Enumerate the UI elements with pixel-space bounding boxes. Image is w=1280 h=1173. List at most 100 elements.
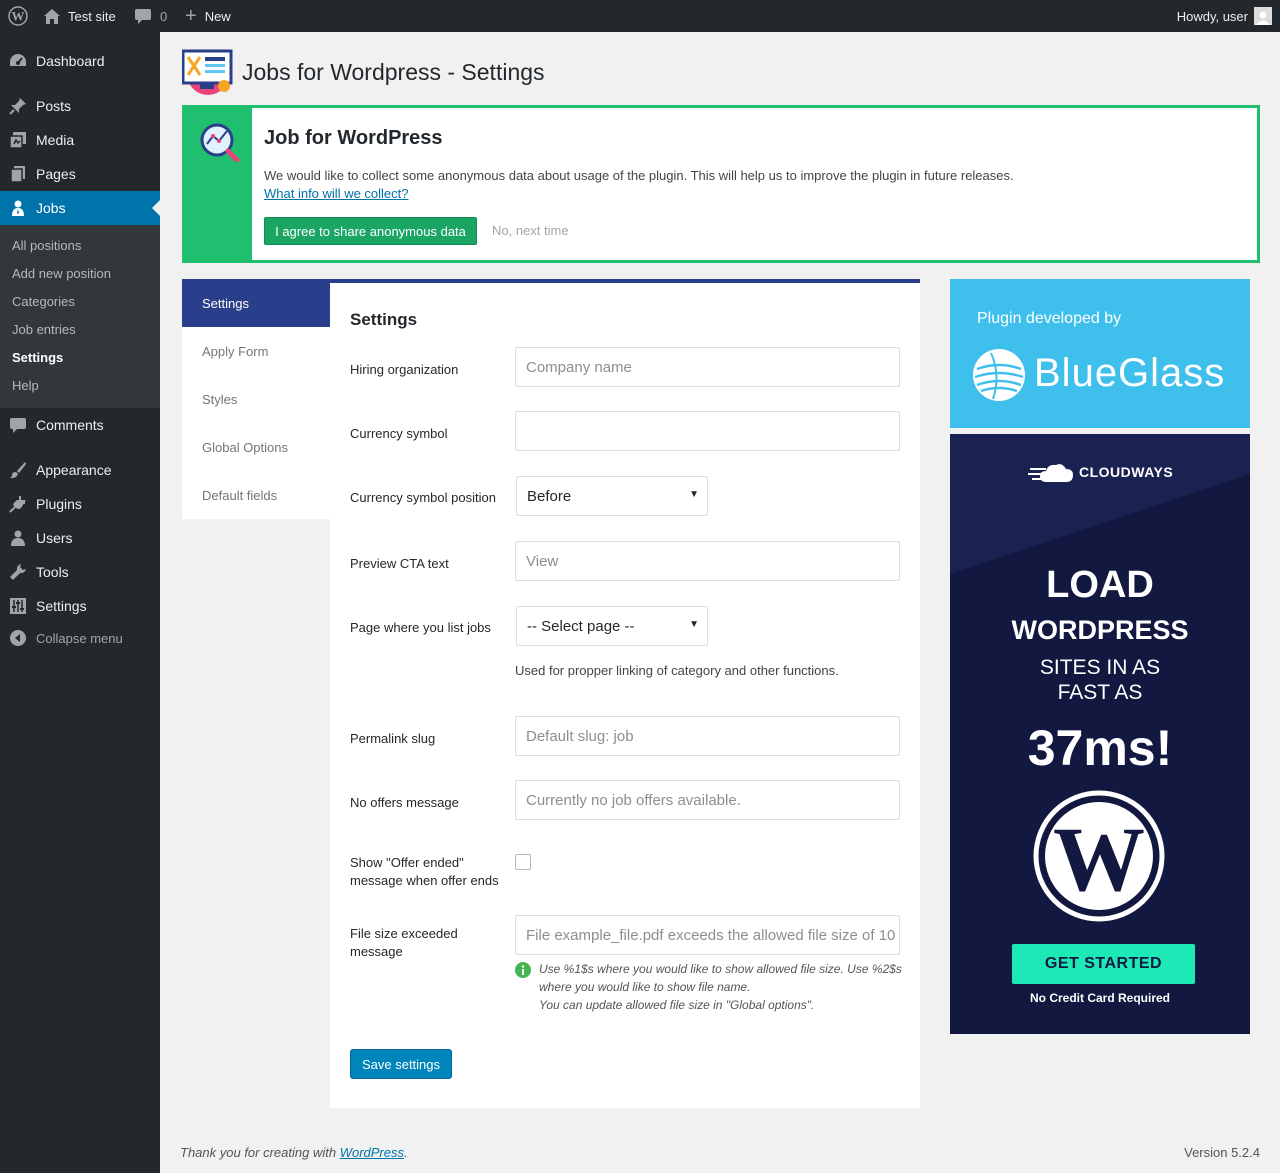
sidebar-item-label: Comments xyxy=(36,417,104,433)
preview-cta-input[interactable]: View xyxy=(515,541,900,581)
file-size-hint-global: You can update allowed file size in "Glo… xyxy=(539,998,815,1012)
sidebar-item-users[interactable]: Users xyxy=(0,521,160,555)
sidebar-item-tools[interactable]: Tools xyxy=(0,555,160,589)
new-label: New xyxy=(204,8,231,24)
blueglass-promo[interactable]: Plugin developed by BlueGlass xyxy=(950,279,1250,428)
ad-line-speed: 37ms! xyxy=(1027,720,1173,776)
list-page-select[interactable]: -- Select page -- ▼ xyxy=(516,606,708,646)
tab-styles[interactable]: Styles xyxy=(182,375,330,423)
chevron-down-icon: ▼ xyxy=(689,619,699,630)
tab-settings[interactable]: Settings xyxy=(182,279,330,327)
permalink-input[interactable]: Default slug: job xyxy=(515,716,900,756)
offer-ended-checkbox[interactable] xyxy=(515,854,531,870)
jobs-submenu: All positions Add new position Categorie… xyxy=(0,225,160,408)
sidebar-item-label: Dashboard xyxy=(36,53,105,69)
sidebar-item-label: Users xyxy=(36,530,73,546)
no-offers-label: No offers message xyxy=(350,795,459,810)
submenu-categories[interactable]: Categories xyxy=(12,294,75,309)
sliders-icon xyxy=(9,597,27,615)
media-icon xyxy=(9,131,27,149)
svg-text:W: W xyxy=(12,9,25,24)
agree-share-button[interactable]: I agree to share anonymous data xyxy=(264,217,477,245)
sidebar-item-dashboard[interactable]: Dashboard xyxy=(0,44,160,78)
sidebar-item-comments[interactable]: Comments xyxy=(0,408,160,442)
file-size-hint: Use %1$s where you would like to show al… xyxy=(539,962,902,994)
what-info-link[interactable]: What info will we collect? xyxy=(264,186,409,201)
sidebar-item-media[interactable]: Media xyxy=(0,123,160,157)
no-next-time-link[interactable]: No, next time xyxy=(492,223,569,238)
cloudways-ad[interactable]: CLOUDWAYS LOAD WORDPRESS SITES IN AS FAS… xyxy=(950,434,1250,1034)
footer-thanks-text: Thank you for creating with xyxy=(180,1145,337,1160)
comments-count: 0 xyxy=(160,8,168,24)
list-page-value: -- Select page -- xyxy=(527,617,635,635)
sidebar-item-plugins[interactable]: Plugins xyxy=(0,487,160,521)
home-icon xyxy=(44,8,60,24)
submenu-add-new-position[interactable]: Add new position xyxy=(12,266,111,281)
footer-thanks: Thank you for creating with WordPress. xyxy=(180,1145,408,1160)
wordpress-logo-icon[interactable]: W xyxy=(8,0,28,32)
avatar xyxy=(1254,7,1272,25)
submenu-all-positions[interactable]: All positions xyxy=(12,238,81,253)
blueglass-brand: BlueGlass xyxy=(1034,351,1226,395)
sidebar-item-label: Jobs xyxy=(36,200,66,216)
site-home-link[interactable]: Test site xyxy=(44,0,116,32)
sidebar-item-posts[interactable]: Posts xyxy=(0,89,160,123)
user-icon xyxy=(9,199,27,217)
chevron-down-icon: ▼ xyxy=(689,489,699,500)
no-offers-input[interactable]: Currently no job offers available. xyxy=(515,780,900,820)
comment-icon xyxy=(135,8,151,24)
ad-line-load: LOAD xyxy=(1046,564,1154,606)
permalink-label: Permalink slug xyxy=(350,731,436,746)
submenu-help[interactable]: Help xyxy=(12,378,39,393)
settings-heading: Settings xyxy=(350,310,418,329)
active-pointer xyxy=(152,200,160,216)
new-content-link[interactable]: + New xyxy=(185,0,231,32)
main-content: Jobs for Wordpress - Settings Job for Wo… xyxy=(160,32,1280,1173)
sidebar-item-pages[interactable]: Pages xyxy=(0,157,160,191)
submenu-job-entries[interactable]: Job entries xyxy=(12,322,76,337)
hiring-org-label: Hiring organization xyxy=(350,362,459,377)
collapse-label: Collapse menu xyxy=(36,630,123,646)
currency-pos-label: Currency symbol position xyxy=(350,490,496,505)
currency-input[interactable] xyxy=(515,411,900,451)
sidebar-item-label: Appearance xyxy=(36,462,112,478)
admin-bar: W Test site 0 + New Howdy, user xyxy=(0,0,1280,32)
plug-icon xyxy=(9,495,27,513)
collapse-icon xyxy=(9,629,27,647)
blueglass-globe-icon xyxy=(971,347,1027,403)
settings-tabs: Settings Apply Form Styles Global Option… xyxy=(182,279,330,519)
currency-label: Currency symbol xyxy=(350,426,448,441)
submenu-settings[interactable]: Settings xyxy=(12,350,63,365)
tab-apply-form[interactable]: Apply Form xyxy=(182,327,330,375)
user-account-menu[interactable]: Howdy, user xyxy=(1177,0,1272,32)
file-size-label: File size exceeded message xyxy=(350,926,458,959)
users-icon xyxy=(9,529,27,547)
offer-ended-label: Show "Offer ended" message when offer en… xyxy=(350,855,499,888)
greeting: Howdy, user xyxy=(1176,8,1248,24)
cloud-logo-icon xyxy=(1028,461,1074,483)
tab-global-options[interactable]: Global Options xyxy=(182,423,330,471)
sidebar-item-label: Posts xyxy=(36,98,72,114)
hiring-org-input[interactable]: Company name xyxy=(515,347,900,387)
comments-link[interactable]: 0 xyxy=(135,0,167,32)
sidebar-item-appearance[interactable]: Appearance xyxy=(0,453,160,487)
save-settings-button[interactable]: Save settings xyxy=(350,1049,452,1079)
tab-default-fields[interactable]: Default fields xyxy=(182,471,330,519)
preview-cta-label: Preview CTA text xyxy=(350,556,449,571)
site-name: Test site xyxy=(68,8,116,24)
notice-sidebar xyxy=(185,108,252,260)
collapse-menu-button[interactable]: Collapse menu xyxy=(0,621,160,655)
footer-thanks-suffix: . xyxy=(404,1145,408,1160)
get-started-button[interactable]: GET STARTED xyxy=(1012,944,1195,984)
plugin-logo-icon xyxy=(181,48,234,96)
ad-line-sites: SITES IN AS xyxy=(1039,656,1161,679)
sidebar-item-settings[interactable]: Settings xyxy=(0,589,160,623)
sidebar-item-jobs[interactable]: Jobs xyxy=(0,191,160,225)
currency-pos-value: Before xyxy=(527,487,572,505)
promo-tagline: Plugin developed by xyxy=(977,310,1122,327)
wordpress-link[interactable]: WordPress xyxy=(340,1145,404,1160)
currency-pos-select[interactable]: Before ▼ xyxy=(516,476,708,516)
notice-title: Job for WordPress xyxy=(264,127,443,149)
file-size-input[interactable]: File example_file.pdf exceeds the allowe… xyxy=(515,915,900,955)
list-page-help: Used for propper linking of category and… xyxy=(515,663,839,678)
